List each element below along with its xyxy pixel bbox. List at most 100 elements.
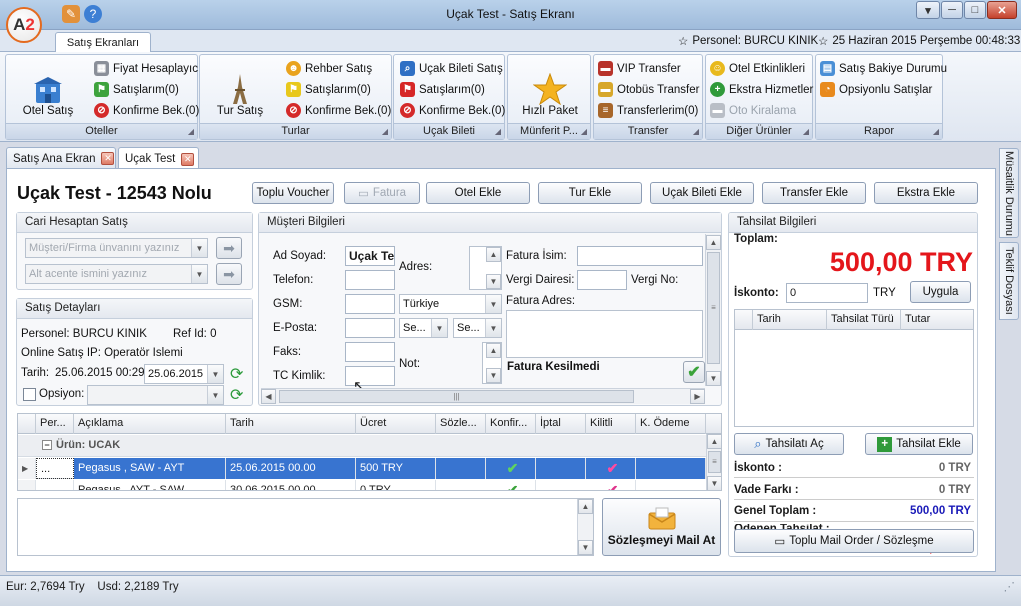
acente-combo[interactable]: Alt acente ismini yazınız ▼: [25, 264, 208, 284]
opsiyon-date-picker[interactable]: ▼: [87, 385, 224, 405]
horizontal-scrollbar[interactable]: ◀ ||| ▶: [261, 388, 705, 404]
dialog-launcher-icon[interactable]: ◢: [933, 124, 939, 139]
tarih-date-picker[interactable]: 25.06.2015 ▼: [144, 364, 224, 384]
scroll-up-icon[interactable]: ▲: [486, 343, 501, 358]
fatura-isim-input[interactable]: [577, 246, 703, 266]
close-tab-icon[interactable]: ✕: [101, 152, 115, 165]
vergi-dairesi-input[interactable]: [577, 270, 627, 290]
dialog-launcher-icon[interactable]: ◢: [693, 124, 699, 139]
group-row[interactable]: − Ürün: UCAK: [18, 435, 706, 457]
refresh-icon[interactable]: ⟳: [230, 385, 243, 405]
ucak-bileti-ekle-button[interactable]: Uçak Bileti Ekle: [650, 182, 754, 204]
gsm-input[interactable]: [345, 294, 395, 314]
ucak-konfirme-button[interactable]: ⊘ Konfirme Bek.(0): [400, 100, 505, 121]
col-tahsilat-turu[interactable]: Tahsilat Türü: [827, 310, 901, 330]
table-row[interactable]: ▶ ... Pegasus , SAW - AYT 25.06.2015 00.…: [18, 458, 706, 479]
scroll-down-icon[interactable]: ▼: [486, 274, 501, 289]
scroll-left-icon[interactable]: ◀: [261, 389, 276, 404]
scroll-thumb[interactable]: ≡: [707, 252, 720, 364]
col-tarih[interactable]: Tarih: [226, 414, 356, 434]
tab-satis-ana-ekran[interactable]: Satış Ana Ekran ✕: [6, 147, 116, 169]
notes-memo[interactable]: ▲ ▼: [17, 498, 594, 556]
toplu-voucher-button[interactable]: Toplu Voucher: [252, 182, 334, 204]
dialog-launcher-icon[interactable]: ◢: [803, 124, 809, 139]
hizli-paket-button[interactable]: Hızlı Paket: [514, 61, 586, 117]
otel-etkinlikleri-button[interactable]: ☺ Otel Etkinlikleri: [710, 58, 813, 79]
otel-konfirme-button[interactable]: ⊘ Konfirme Bek.(0): [94, 100, 201, 121]
ekstra-hizmetler-button[interactable]: + Ekstra Hizmetler: [710, 79, 813, 100]
tab-teklif-dosyasi[interactable]: Teklif Dosyası: [999, 242, 1019, 320]
firma-combo[interactable]: Müşteri/Firma ünvanını yazınız ▼: [25, 238, 208, 258]
grid-scrollbar[interactable]: ▲ ≡ ▼: [706, 434, 721, 490]
telefon-input[interactable]: [345, 270, 395, 290]
col-sozlesme[interactable]: Sözle...: [436, 414, 486, 434]
tur-satis-button[interactable]: Tur Satış: [208, 61, 272, 117]
scroll-up-icon[interactable]: ▲: [486, 247, 501, 262]
oto-kiralama-button[interactable]: ▬ Oto Kiralama: [710, 100, 813, 121]
col-tahsilat-tarih[interactable]: Tarih: [753, 310, 827, 330]
eposta-input[interactable]: [345, 318, 395, 338]
otel-satis-button[interactable]: Otel Satış: [16, 61, 80, 117]
col-tutar[interactable]: Tutar: [901, 310, 973, 330]
otel-ekle-button[interactable]: Otel Ekle: [426, 182, 530, 204]
fatura-adres-memo[interactable]: [506, 310, 703, 358]
faks-input[interactable]: [345, 342, 395, 362]
ekstra-ekle-button[interactable]: Ekstra Ekle: [874, 182, 978, 204]
acente-select-button[interactable]: ➡: [216, 263, 242, 285]
col-konfirme[interactable]: Konfir...: [486, 414, 536, 434]
not-memo[interactable]: ▲ ▼: [482, 342, 502, 384]
dialog-launcher-icon[interactable]: ◢: [581, 124, 587, 139]
scroll-up-icon[interactable]: ▲: [707, 434, 721, 449]
otobus-transfer-button[interactable]: ▬ Otobüs Transfer: [598, 79, 699, 100]
col-k-odeme[interactable]: K. Ödeme: [636, 414, 706, 434]
dialog-launcher-icon[interactable]: ◢: [382, 124, 388, 139]
resize-grip-icon[interactable]: ⋰: [1004, 576, 1016, 598]
vertical-scrollbar[interactable]: ▲ ≡ ▼: [705, 234, 721, 386]
scroll-right-icon[interactable]: ▶: [690, 389, 705, 404]
vip-transfer-button[interactable]: ▬ VIP Transfer: [598, 58, 699, 79]
scroll-up-icon[interactable]: ▲: [706, 235, 721, 250]
maximize-button[interactable]: □: [964, 1, 986, 19]
opsiyonlu-satislar-button[interactable]: ◔ Opsiyonlu Satışlar: [820, 79, 947, 100]
tur-satislarim-button[interactable]: ⚑ Satışlarım(0): [286, 79, 391, 100]
tahsilat-ekle-button[interactable]: + Tahsilat Ekle: [865, 433, 973, 455]
rehber-satis-button[interactable]: ☻ Rehber Satış: [286, 58, 391, 79]
scroll-thumb[interactable]: ≡: [708, 451, 721, 473]
collapse-icon[interactable]: −: [42, 440, 52, 450]
col-kilitli[interactable]: Kilitli: [586, 414, 636, 434]
col-per[interactable]: Per...: [36, 414, 74, 434]
transferlerim-button[interactable]: ≡ Transferlerim(0): [598, 100, 699, 121]
tab-satis-ekranlari[interactable]: Satış Ekranları: [55, 32, 151, 52]
ilce-combo[interactable]: Se... ▼: [453, 318, 502, 338]
scroll-down-icon[interactable]: ▼: [578, 540, 593, 555]
transfer-ekle-button[interactable]: Transfer Ekle: [762, 182, 866, 204]
scroll-down-icon[interactable]: ▼: [707, 476, 721, 490]
close-button[interactable]: ✕: [987, 1, 1017, 19]
dialog-launcher-icon[interactable]: ◢: [495, 124, 501, 139]
tab-ucak-test[interactable]: Uçak Test ✕: [118, 147, 199, 170]
app-logo[interactable]: A2: [6, 7, 42, 43]
minimize-button[interactable]: ─: [941, 1, 963, 19]
scroll-thumb[interactable]: |||: [279, 390, 634, 403]
tur-ekle-button[interactable]: Tur Ekle: [538, 182, 642, 204]
scroll-up-icon[interactable]: ▲: [578, 499, 593, 514]
sozlesme-mail-button[interactable]: Sözleşmeyi Mail At: [602, 498, 721, 556]
otel-satislarim-button[interactable]: ⚑ Satışlarım(0): [94, 79, 201, 100]
col-aciklama[interactable]: Açıklama: [74, 414, 226, 434]
scroll-down-icon[interactable]: ▼: [706, 371, 721, 386]
refresh-icon[interactable]: ⟳: [230, 364, 243, 384]
checkmark-icon[interactable]: ✔: [683, 361, 705, 383]
table-row[interactable]: Pegasus , AYT - SAW 30.06.2015 00.00 0 T…: [18, 480, 706, 490]
ribbon-options-button[interactable]: ▾: [916, 1, 940, 19]
uygula-button[interactable]: Uygula: [910, 281, 971, 303]
fatura-button[interactable]: ▭ Fatura: [344, 182, 420, 204]
ucak-satislarim-button[interactable]: ⚑ Satışlarım(0): [400, 79, 505, 100]
col-ucret[interactable]: Ücret: [356, 414, 436, 434]
ulke-combo[interactable]: Türkiye ▼: [399, 294, 502, 314]
fiyat-hesaplayici-button[interactable]: ▦ Fiyat Hesaplayıcı: [94, 58, 201, 79]
tur-konfirme-button[interactable]: ⊘ Konfirme Bek.(0): [286, 100, 391, 121]
adres-memo[interactable]: ▲ ▼: [469, 246, 502, 290]
ucak-bileti-satis-button[interactable]: ⌕ Uçak Bileti Satış: [400, 58, 505, 79]
close-tab-icon[interactable]: ✕: [181, 152, 195, 166]
firma-select-button[interactable]: ➡: [216, 237, 242, 259]
